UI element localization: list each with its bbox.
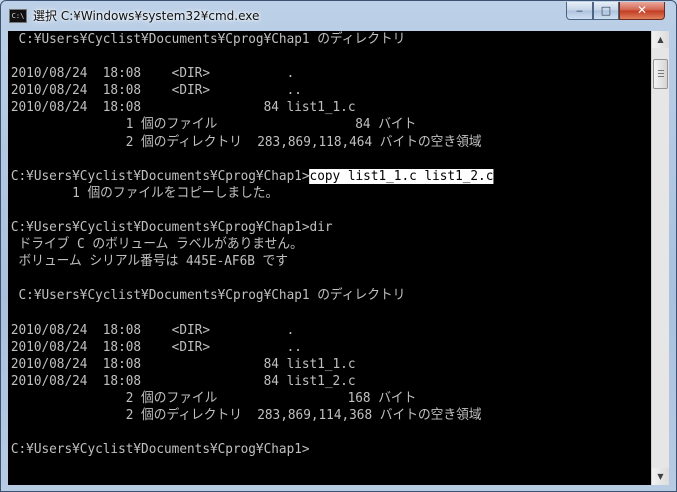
console-line: 1 個のファイルをコピーしました。 xyxy=(10,185,279,201)
console-line: 1 個のファイル 84 バイト xyxy=(10,117,417,133)
minimize-button[interactable]: ‒ xyxy=(566,2,593,20)
console-line: 2010/08/24 18:08 <DIR> .. xyxy=(10,339,302,355)
close-button[interactable]: ✕ xyxy=(619,2,665,20)
cmd-window: C:\ 選択 C:¥Windows¥system32¥cmd.exe ‒ □ ✕… xyxy=(0,0,677,492)
console-line: C:¥Users¥Cyclist¥Documents¥Cprog¥Chap1 の… xyxy=(10,32,406,47)
console-line: 2010/08/24 18:08 84 list1_1.c xyxy=(10,356,356,372)
maximize-button[interactable]: □ xyxy=(593,2,619,20)
console-line: ドライブ C のボリューム ラベルがありません。 xyxy=(10,237,303,253)
console-app-icon[interactable]: C:\ xyxy=(9,9,27,23)
console-line: ボリューム シリアル番号は 445E-AF6B です xyxy=(10,254,289,270)
prompt-text: C:¥Users¥Cyclist¥Documents¥Cprog¥Chap1> xyxy=(10,168,310,184)
console-line: C:¥Users¥Cyclist¥Documents¥Cprog¥Chap1>c… xyxy=(8,168,619,185)
scroll-up-arrow-icon[interactable]: ▲ xyxy=(652,31,669,48)
console-line: 2010/08/24 18:08 <DIR> .. xyxy=(10,83,302,99)
window-title: 選択 C:¥Windows¥system32¥cmd.exe xyxy=(33,9,260,23)
console-line: 2010/08/24 18:08 <DIR> . xyxy=(10,66,295,82)
thumb-grip-line xyxy=(658,76,664,77)
console-line: 2010/08/24 18:08 84 list1_2.c xyxy=(10,373,356,389)
console-line: C:¥Users¥Cyclist¥Documents¥Cprog¥Chap1> xyxy=(10,442,310,458)
title-bar[interactable]: C:\ 選択 C:¥Windows¥system32¥cmd.exe ‒ □ ✕ xyxy=(1,1,676,31)
thumb-grip-line xyxy=(658,70,664,71)
scrollbar-thumb[interactable] xyxy=(653,59,668,89)
thumb-grip-line xyxy=(658,73,664,74)
console-line: 2010/08/24 18:08 <DIR> . xyxy=(10,322,295,338)
vertical-scrollbar[interactable]: ▲ ▼ xyxy=(651,31,669,485)
console-line: C:¥Users¥Cyclist¥Documents¥Cprog¥Chap1>d… xyxy=(10,220,333,236)
console-line: 2010/08/24 18:08 84 list1_1.c xyxy=(10,100,356,116)
console-line: 2 個のディレクトリ 283,869,114,368 バイトの空き領域 xyxy=(10,408,482,424)
selected-command-text[interactable]: copy list1_1.c list1_2.c xyxy=(309,168,494,184)
console-output[interactable]: C:¥Users¥Cyclist¥Documents¥Cprog¥Chap1 の… xyxy=(8,31,651,485)
scroll-down-arrow-icon[interactable]: ▼ xyxy=(652,468,669,485)
console-line: C:¥Users¥Cyclist¥Documents¥Cprog¥Chap1 の… xyxy=(10,288,406,304)
console-line: 2 個のディレクトリ 283,869,118,464 バイトの空き領域 xyxy=(10,134,482,150)
console-line: 2 個のファイル 168 バイト xyxy=(10,390,417,406)
